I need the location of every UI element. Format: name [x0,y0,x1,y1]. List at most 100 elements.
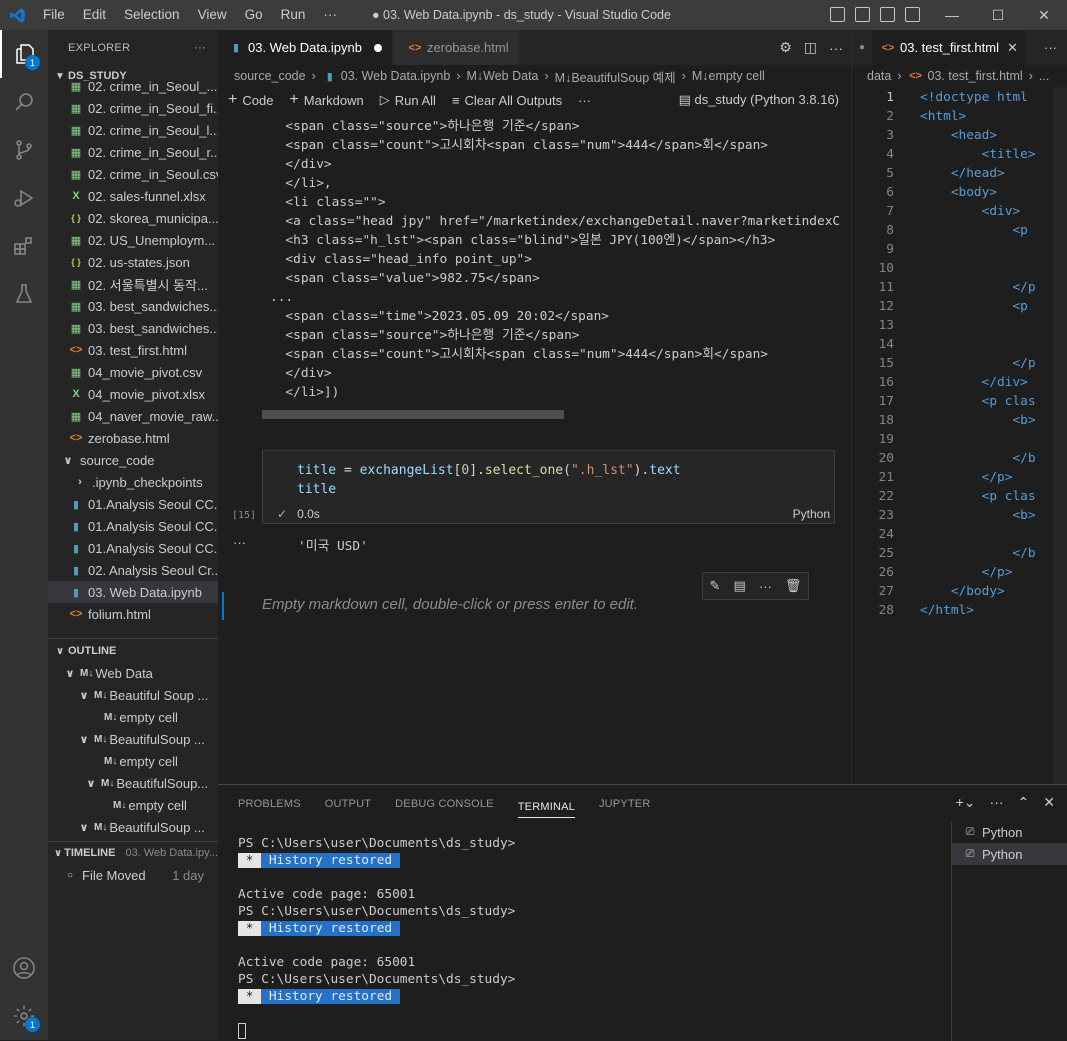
code-cell[interactable]: title = exchangeList[0].select_one(".h_l… [262,450,835,524]
code-line[interactable]: </html> [920,601,974,620]
tab-terminal[interactable]: TERMINAL [517,788,575,818]
tab-jupyter[interactable]: JUPYTER [599,785,651,821]
maximize-panel-icon[interactable]: ⌃ [1018,794,1030,811]
cell-more-icon[interactable]: ··· [759,579,772,594]
explorer-more-button[interactable]: ··· [194,42,206,54]
file-item[interactable]: ▦ 02. crime_in_Seoul_r... [48,141,218,163]
crumb-subheading[interactable]: M↓BeautifulSoup 예제 [555,67,676,86]
menu-view[interactable]: View [189,0,236,30]
file-item[interactable]: ▦ 04_movie_pivot.csv [48,361,218,383]
tab-zerobase-html[interactable]: <> zerobase.html [392,30,520,65]
edit-pencil-icon[interactable]: ✎ [710,578,721,594]
folder-source-code[interactable]: ∨ source_code [48,449,218,471]
file-item[interactable]: ▦ 02. crime_in_Seoul.csv [48,163,218,185]
file-item[interactable]: ▮ 02. Analysis Seoul Cr... [48,559,218,581]
tab-debug-console[interactable]: DEBUG CONSOLE [395,785,494,821]
code-line[interactable]: <body> [920,183,997,202]
more-actions-icon[interactable]: ··· [829,40,843,56]
testing-flask-icon[interactable] [0,270,48,318]
tab-web-data-notebook[interactable]: ▮ 03. Web Data.ipynb [218,30,393,65]
file-item[interactable]: ▮ 01.Analysis Seoul CC... [48,537,218,559]
file-item[interactable]: › .ipynb_checkpoints [48,471,218,493]
run-debug-icon[interactable] [0,174,48,222]
file-item[interactable]: <> zerobase.html [48,427,218,449]
output-more-button[interactable]: ··· [233,535,246,550]
run-all-button[interactable]: ▷ Run All [380,92,436,108]
code-line[interactable]: <p clas [920,392,1036,411]
outline-item[interactable]: ∨ M↓ Web Data [48,662,218,684]
outline-item[interactable]: M↓ empty cell [48,706,218,728]
terminal-output[interactable]: PS C:\Users\user\Documents\ds_study> * H… [238,835,515,1039]
code-line[interactable]: </p> [920,468,1013,487]
settings-gear-icon[interactable]: ⚙ [779,39,792,56]
file-item[interactable]: ▦ 03. best_sandwiches... [48,295,218,317]
split-editor-icon[interactable]: ◫ [804,39,817,56]
terminal-instance[interactable]: ⎚ Python [952,821,1067,843]
file-item[interactable]: ▦ 03. best_sandwiches... [48,317,218,339]
close-tab-icon[interactable]: ✕ [1007,40,1018,56]
toolbar-more-button[interactable]: ··· [578,93,591,108]
code-line[interactable]: <div> [920,202,1021,221]
crumb-heading[interactable]: M↓Web Data [466,69,538,83]
outline-section-header[interactable]: ∨ OUTLINE [48,640,218,662]
cell-language[interactable]: Python [793,507,830,521]
timeline-section-header[interactable]: ∨ TIMELINE 03. Web Data.ipy... [48,842,218,864]
outline-item[interactable]: ∨ M↓ BeautifulSoup ... [48,728,218,750]
code-line[interactable]: </p> [920,563,1013,582]
code-line[interactable]: <p [920,297,1027,316]
extensions-icon[interactable] [0,222,48,270]
code-line[interactable]: <title> [920,145,1036,164]
crumb-folder[interactable]: source_code [234,69,306,83]
file-item[interactable]: X 04_movie_pivot.xlsx [48,383,218,405]
toggle-secondary-sidebar-icon[interactable] [880,7,895,22]
menu-run[interactable]: Run [272,0,315,30]
panel-more-icon[interactable]: ··· [990,794,1004,811]
crumb-file[interactable]: 03. test_first.html [928,69,1023,83]
menu-edit[interactable]: Edit [74,0,115,30]
terminal-instance[interactable]: ⎚ Python [952,843,1067,865]
file-item[interactable]: <> folium.html [48,603,218,625]
customize-layout-icon[interactable] [905,7,920,22]
new-terminal-icon[interactable]: +⌄ [956,794,976,811]
file-item[interactable]: ▦ 02. crime_in_Seoul_fi... [48,97,218,119]
outline-item[interactable]: ∨ M↓ Beautiful Soup ... [48,684,218,706]
close-panel-icon[interactable]: ✕ [1043,794,1055,811]
code-line[interactable]: </b [920,449,1035,468]
tab-output[interactable]: OUTPUT [325,785,371,821]
menu-more[interactable]: ··· [314,0,346,30]
code-line[interactable]: <p clas [920,487,1036,506]
crumb-folder[interactable]: data [867,69,891,83]
code-line[interactable]: <b> [920,411,1035,430]
outline-item[interactable]: ∨ M↓ BeautifulSoup ... [48,816,218,838]
file-item[interactable]: ▦ 02. crime_in_Seoul_l... [48,119,218,141]
file-item[interactable]: ▮ 01.Analysis Seoul CC... [48,493,218,515]
file-item[interactable]: { } 02. us-states.json [48,251,218,273]
file-item[interactable]: <> 03. test_first.html [48,339,218,361]
file-item[interactable]: { } 02. skorea_municipa... [48,207,218,229]
file-item[interactable]: ▦ 02. 서울특별시 동작... [48,273,218,295]
explorer-icon[interactable]: 1 [0,30,48,78]
unsaved-dot-icon[interactable] [373,43,382,52]
settings-gear-icon[interactable]: 1 [0,992,48,1040]
file-item[interactable]: ▮ 03. Web Data.ipynb [48,581,218,603]
code-line[interactable]: </body> [920,582,1005,601]
add-markdown-cell-button[interactable]: + Markdown [289,91,363,109]
markdown-cell-placeholder[interactable]: Empty markdown cell, double-click or pre… [262,596,638,613]
source-control-icon[interactable] [0,126,48,174]
split-cell-icon[interactable]: ▤ [734,578,746,594]
code-line[interactable]: </div> [920,373,1028,392]
code-line[interactable]: </b [920,544,1035,563]
toggle-sidebar-icon[interactable] [830,7,845,22]
code-line[interactable]: <p [920,221,1027,240]
menu-go[interactable]: Go [236,0,272,30]
delete-trash-icon[interactable]: 🗑 [785,578,802,594]
toggle-panel-icon[interactable] [855,7,870,22]
tab-test-first-html[interactable]: <> 03. test_first.html ✕ [872,30,1027,65]
code-line[interactable]: <head> [920,126,997,145]
search-icon[interactable] [0,78,48,126]
code-line[interactable]: </head> [920,164,1005,183]
menu-selection[interactable]: Selection [115,0,189,30]
menu-file[interactable]: File [34,0,74,30]
code-cell-source[interactable]: title = exchangeList[0].select_one(".h_l… [263,451,834,499]
file-item[interactable]: ▦ 04_naver_movie_raw... [48,405,218,427]
